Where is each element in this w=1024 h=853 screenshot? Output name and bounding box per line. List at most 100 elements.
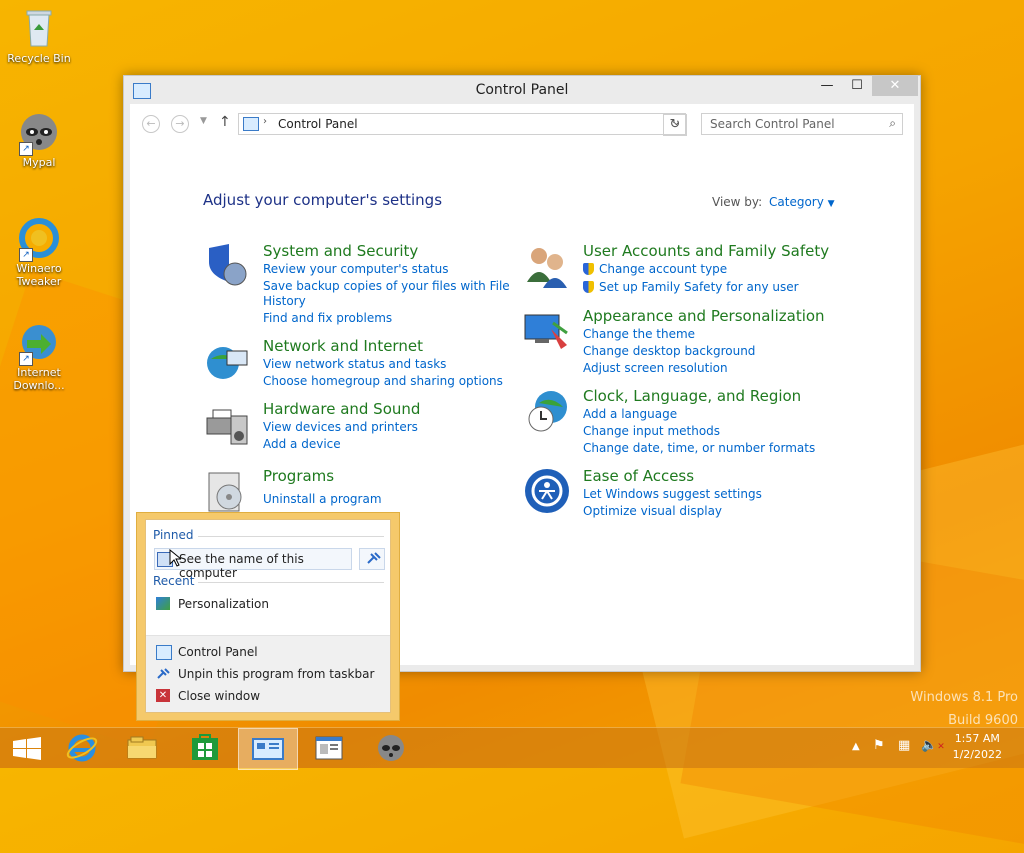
desktop-icon-recycle-bin[interactable]: Recycle Bin [1,6,77,65]
printer-icon [203,400,251,448]
desktop-icon-internet-download-manager[interactable]: ↗ Internet Downlo... [1,320,77,392]
category-appearance: Appearance and Personalization Change th… [523,307,825,377]
raccoon-icon: ↗ [17,110,61,156]
link-file-history[interactable]: History [263,294,306,308]
search-icon[interactable]: ⌕ [889,116,896,131]
link-change-theme[interactable]: Change the theme [583,327,695,341]
link-homegroup[interactable]: Choose homegroup and sharing options [263,374,503,388]
task-label: Control Panel [178,645,258,659]
jump-list-recent-item[interactable]: Personalization [154,594,382,614]
link-uninstall-program[interactable]: Uninstall a program [263,492,382,506]
control-panel-taskbar-button[interactable] [238,728,298,770]
category-title[interactable]: Network and Internet [263,337,423,355]
close-button[interactable]: ✕ [872,76,918,96]
jump-list-pinned-item[interactable]: See the name of this computer [154,548,352,580]
clock-time: 1:57 AM [954,732,1000,745]
store-taskbar-button[interactable] [176,728,234,768]
globe-network-icon [203,337,251,385]
minimize-button[interactable]: — [812,76,842,96]
category-network-and-internet: Network and Internet View network status… [203,337,503,389]
watermark-line: Windows 8.1 Pro [910,690,1018,705]
start-button[interactable] [0,728,58,768]
taskbar-jump-list: Pinned See the name of this computer Rec… [136,512,400,721]
taskbar-clock[interactable]: 1:57 AM 1/2/2022 [953,731,1002,763]
action-center-flag-icon[interactable]: ⚑ [873,738,885,753]
internet-download-manager-icon: ↗ [17,320,61,366]
link-save-backup[interactable]: Save backup copies of your files with Fi… [263,279,510,293]
folder-icon [127,736,157,759]
link-optimize-display[interactable]: Optimize visual display [583,504,722,518]
category-title[interactable]: Programs [263,467,334,485]
unpin-icon[interactable] [359,548,385,570]
breadcrumb-chevron-icon: › [263,116,267,127]
maximize-button[interactable]: ☐ [842,76,872,96]
ease-of-access-icon [523,467,571,515]
search-placeholder: Search Control Panel [710,117,835,131]
link-add-device[interactable]: Add a device [263,437,341,451]
winaero-tweaker-icon: ↗ [17,216,61,262]
link-network-status[interactable]: View network status and tasks [263,357,446,371]
page-title: Adjust your computer's settings [203,191,443,209]
link-input-methods[interactable]: Change input methods [583,424,720,438]
category-ease-of-access: Ease of Access Let Windows suggest setti… [523,467,823,519]
task-close-window[interactable]: ✕ Close window [154,686,382,706]
category-title[interactable]: User Accounts and Family Safety [583,242,829,260]
control-panel-icon [252,738,284,760]
category-title[interactable]: System and Security [263,242,418,260]
file-explorer-taskbar-button[interactable] [113,728,171,768]
internet-explorer-icon [66,734,98,762]
task-unpin-program[interactable]: Unpin this program from taskbar [154,664,382,684]
jump-list-item-label: Personalization [178,597,269,611]
volume-muted-icon[interactable]: 🔈✕ [921,738,945,753]
link-find-fix-problems[interactable]: Find and fix problems [263,311,392,325]
link-desktop-background[interactable]: Change desktop background [583,344,755,358]
appearance-icon [523,307,571,355]
desktop-icon-mypal[interactable]: ↗ Mypal [1,110,77,169]
link-devices-printers[interactable]: View devices and printers [263,420,418,434]
link-review-status[interactable]: Review your computer's status [263,262,449,276]
category-title[interactable]: Clock, Language, and Region [583,387,801,405]
view-by-dropdown[interactable]: Category ▼ [769,195,835,209]
category-title[interactable]: Appearance and Personalization [583,307,825,325]
link-screen-resolution[interactable]: Adjust screen resolution [583,361,728,375]
shortcut-arrow-icon: ↗ [19,142,33,156]
jump-list-tasks: Control Panel Unpin this program from ta… [146,635,390,712]
link-date-time-formats[interactable]: Change date, time, or number formats [583,441,815,455]
refresh-icon[interactable]: ↻ [663,114,687,136]
recent-locations-chevron-icon[interactable]: ▼ [200,116,207,126]
link-add-language[interactable]: Add a language [583,407,677,421]
show-hidden-icons-chevron-icon[interactable]: ▲ [852,741,860,752]
chevron-down-icon: ▼ [827,199,835,209]
forward-arrow-icon[interactable]: → [171,115,189,133]
taskbar: ▲ ⚑ ▦ 🔈✕ 1:57 AM 1/2/2022 [0,727,1024,770]
category-title[interactable]: Ease of Access [583,467,694,485]
users-icon [523,242,571,290]
personalization-icon [156,597,170,610]
desktop-icon-label: Recycle Bin [7,52,71,65]
document-taskbar-button[interactable] [300,728,358,768]
network-icon[interactable]: ▦ [898,738,910,753]
shortcut-arrow-icon: ↗ [19,248,33,262]
windows-logo-icon [13,737,41,760]
link-family-safety[interactable]: Set up Family Safety for any user [583,280,799,294]
mypal-taskbar-button[interactable] [362,728,420,768]
store-icon [192,734,218,760]
link-change-account-type[interactable]: Change account type [583,262,727,276]
back-arrow-icon[interactable]: ← [142,115,160,133]
link-suggest-settings[interactable]: Let Windows suggest settings [583,487,762,501]
breadcrumb[interactable]: Control Panel [278,117,358,131]
up-arrow-icon[interactable]: ↑ [219,114,231,130]
divider [198,582,384,583]
category-title[interactable]: Hardware and Sound [263,400,420,418]
task-label: Unpin this program from taskbar [178,667,375,681]
internet-explorer-taskbar-button[interactable] [53,728,111,768]
search-input[interactable]: Search Control Panel ⌕ [701,113,903,135]
desktop-icon-winaero-tweaker[interactable]: ↗ Winaero Tweaker [1,216,77,288]
title-bar[interactable]: Control Panel — ☐ ✕ [124,76,920,104]
category-hardware-and-sound: Hardware and Sound View devices and prin… [203,400,503,452]
windows-build-watermark: Windows 8.1 Pro Build 9600 [910,686,1018,732]
pinned-section-label: Pinned [153,528,194,542]
address-bar[interactable]: › Control Panel ⌄ [238,113,686,135]
task-control-panel[interactable]: Control Panel [154,642,382,662]
task-label: Close window [178,689,261,703]
